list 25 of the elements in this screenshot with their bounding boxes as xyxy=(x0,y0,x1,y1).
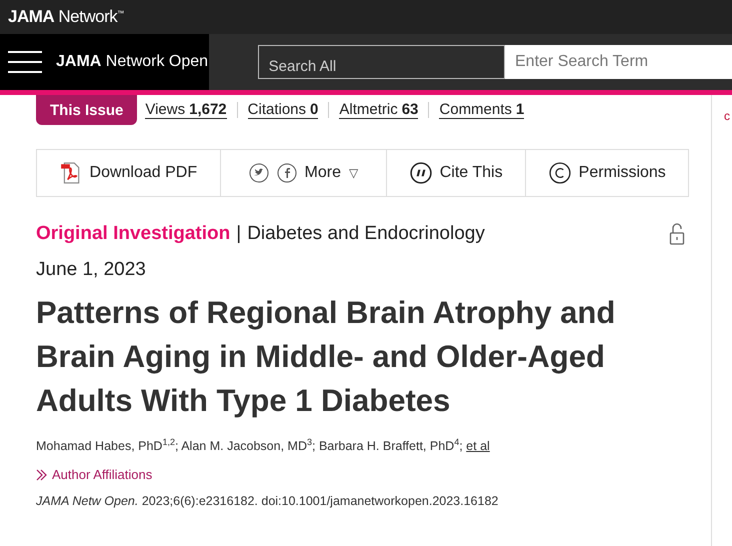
copyright-icon xyxy=(548,162,571,184)
pdf-icon xyxy=(60,162,82,184)
author-affiliations-link[interactable]: Author Affiliations xyxy=(36,467,152,482)
search-field[interactable]: Enter Search Term xyxy=(505,45,732,79)
menu-icon[interactable] xyxy=(8,51,42,73)
side-panel-text: c xyxy=(724,109,730,123)
metric-link[interactable]: Citations 0 xyxy=(248,101,318,119)
citation: JAMA Netw Open. 2023;6(6):e2316182. doi:10.1001/jamanetworkopen.2023.16182 xyxy=(36,494,500,508)
quote-icon xyxy=(410,162,432,184)
article-category[interactable]: Original Investigation xyxy=(36,223,230,245)
double-chevron-icon xyxy=(36,468,48,481)
facebook-icon xyxy=(276,163,297,183)
brand-logo[interactable]: JAMA Network$^{™}$ xyxy=(8,7,124,27)
article-subject[interactable]: Diabetes and Endocrinology xyxy=(247,223,485,245)
article-title: Patterns of Regional Brain Atrophy and Brain Aging in Middle- and Older-Aged Adults With Type 1 Diabetes xyxy=(36,294,616,420)
issue-tab[interactable]: This Issue xyxy=(36,95,138,125)
metric-link[interactable]: Comments 1 xyxy=(439,101,524,119)
search-scope-dropdown[interactable]: Search All xyxy=(258,45,505,79)
twitter-icon xyxy=(248,163,269,183)
separator: | xyxy=(236,223,242,245)
metric-link[interactable]: Altmetric 63 xyxy=(339,101,418,119)
metric-link[interactable]: Views 1,672 xyxy=(145,101,227,119)
et-al-link[interactable]: et al xyxy=(466,439,490,454)
publication-date: June 1, 2023 xyxy=(36,259,147,281)
author-list: Mohamad Habes, PhD$^{1,2}$; Alan M. Jacobson, MD$^{3}$; Barbara H. Braffett, PhD$^{4}$; et al xyxy=(36,437,689,454)
